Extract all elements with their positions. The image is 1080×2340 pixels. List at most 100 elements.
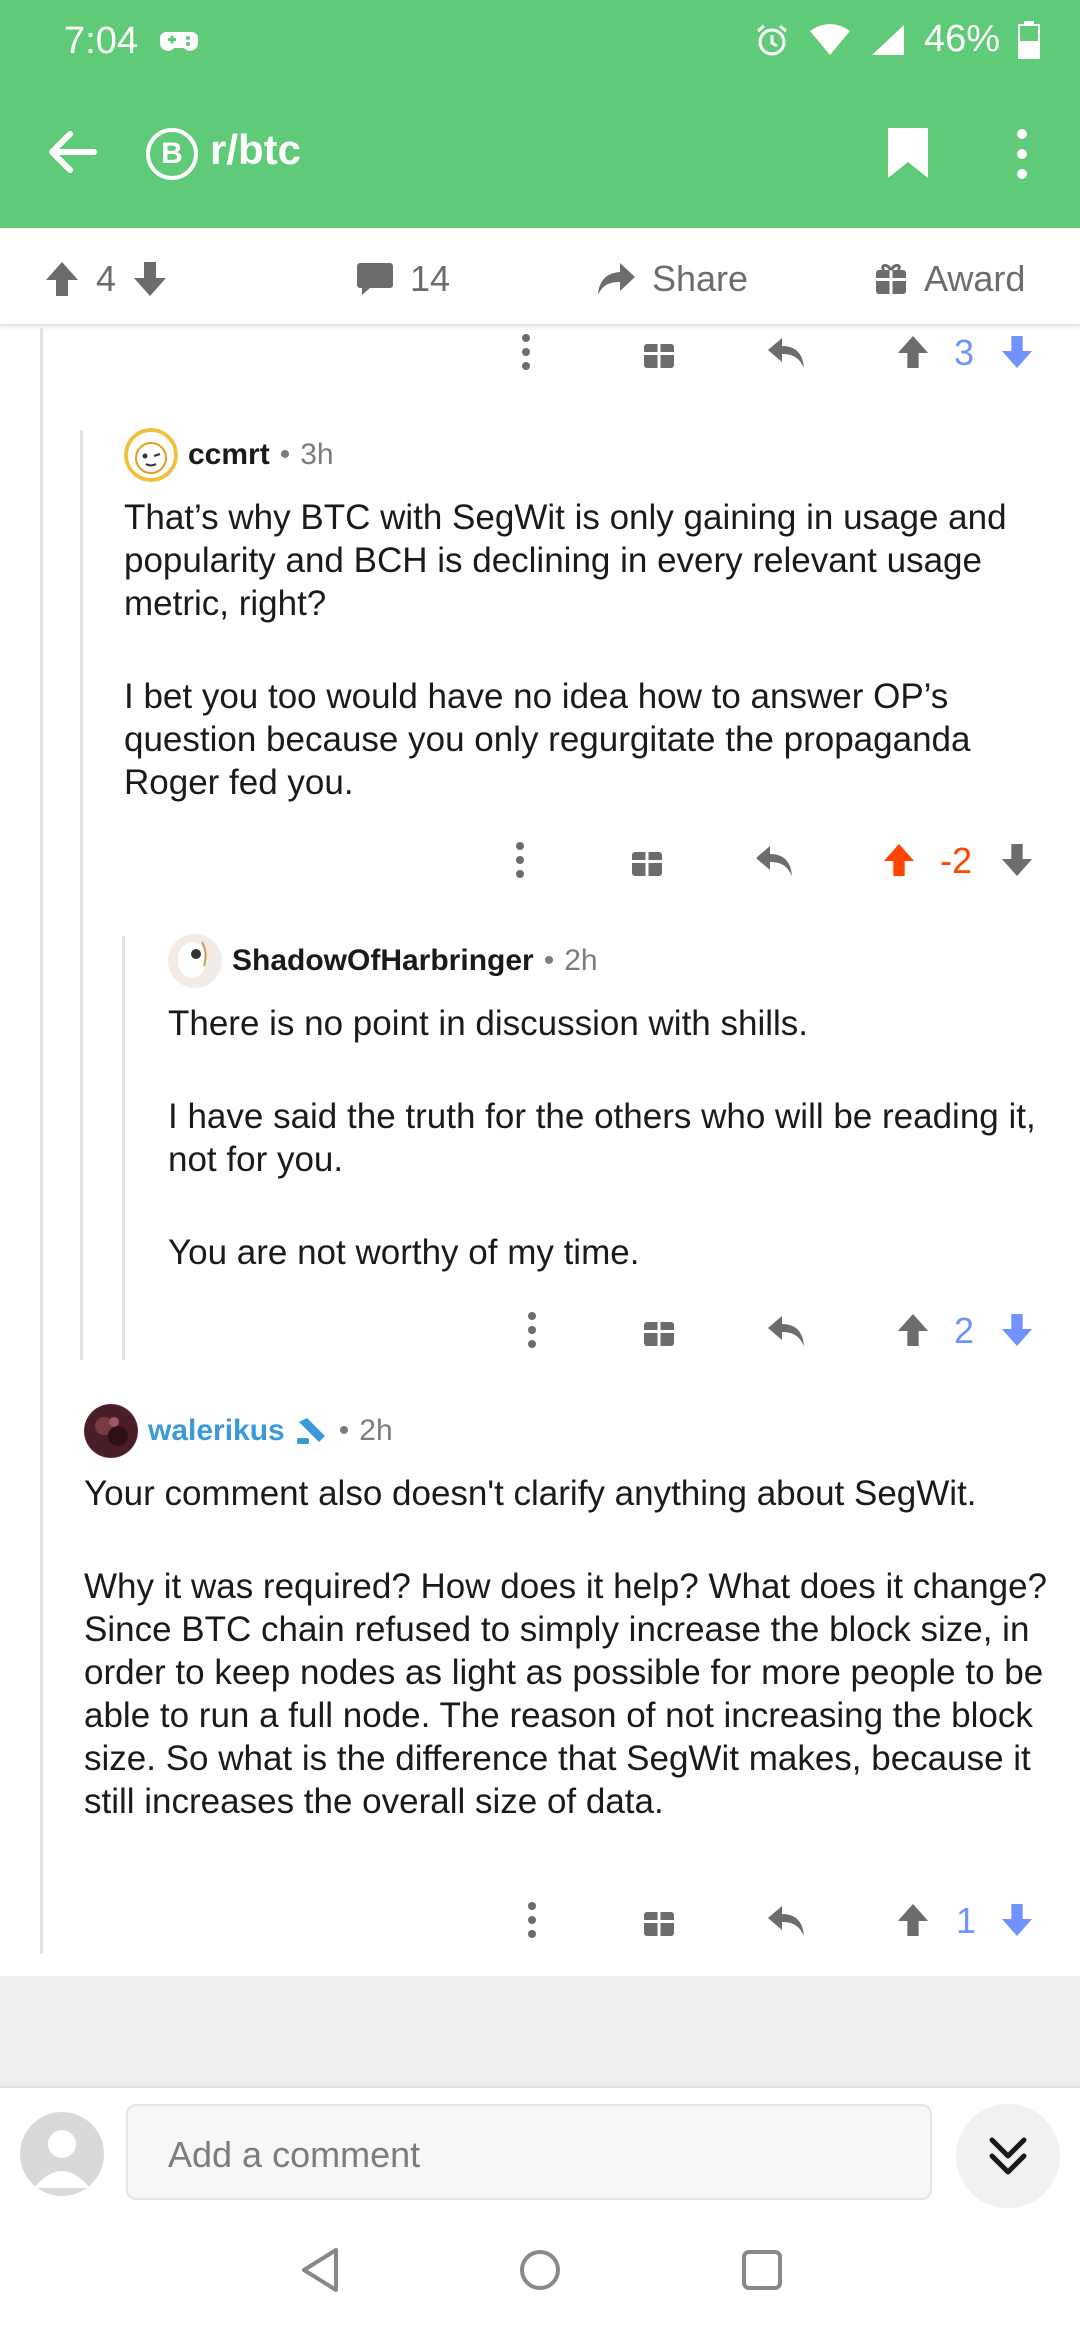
more-vert-icon[interactable] — [514, 840, 526, 880]
double-chevron-down-icon — [989, 2137, 1027, 2175]
comment-meta: walerikus • 2h — [84, 1404, 1054, 1458]
comment-age-dot: • — [543, 944, 555, 977]
comment-paragraph: You are not worthy of my time. — [168, 1233, 640, 1272]
comment-shadowofharbringer-actions: 2 — [526, 1310, 1046, 1358]
comment-paragraph: I have said the truth for the others who… — [168, 1097, 1036, 1179]
thread-end-spacer — [0, 1976, 1080, 2086]
moderator-badge-icon — [296, 1418, 325, 1444]
signal-icon — [871, 24, 904, 55]
comment-age: 2h — [564, 944, 598, 977]
comment-meta: ccmrt • 3h — [124, 428, 1054, 482]
comment-meta: ShadowOfHarbringer • 2h — [168, 934, 1058, 988]
nav-recents-icon[interactable] — [740, 2246, 784, 2294]
comment-input-placeholder: Add a comment — [168, 2134, 421, 2175]
reply-icon[interactable] — [766, 1904, 806, 1938]
status-time: 7:04 — [64, 20, 138, 62]
comment-body: Your comment also doesn't clarify anythi… — [84, 1472, 1054, 1823]
downvote-icon[interactable] — [132, 260, 168, 298]
battery-percent: 46% — [923, 18, 1000, 60]
subreddit-name[interactable]: r/btc — [210, 126, 301, 174]
gift-icon[interactable] — [642, 1904, 676, 1938]
nav-back-icon[interactable] — [298, 2246, 342, 2294]
nav-home-icon[interactable] — [518, 2246, 562, 2294]
thread-line-level-2 — [80, 430, 83, 1360]
upvote-icon[interactable] — [44, 260, 80, 298]
downvote-icon[interactable] — [1000, 334, 1034, 370]
post-vote-group: 4 — [44, 258, 168, 300]
username[interactable]: ShadowOfHarbringer — [232, 944, 534, 978]
comment-score: 2 — [954, 1310, 975, 1351]
comment-ccmrt: ccmrt • 3h That’s why BTC with SegWit is… — [124, 428, 1054, 804]
comment-paragraph: There is no point in discussion with shi… — [168, 1004, 809, 1043]
downvote-icon[interactable] — [1000, 1902, 1034, 1938]
comment-ccmrt-actions: -2 — [514, 840, 1034, 888]
downvote-icon[interactable] — [1000, 842, 1034, 878]
share-icon — [598, 263, 635, 295]
upvote-icon[interactable] — [882, 842, 916, 878]
comment-paragraph: I bet you too would have no idea how to … — [124, 677, 971, 802]
post-action-bar: 4 14 Share Award — [0, 228, 1080, 326]
gift-icon[interactable] — [642, 336, 676, 370]
comment-age-dot: • — [338, 1414, 350, 1447]
alarm-icon — [756, 24, 787, 55]
avatar[interactable] — [84, 1404, 138, 1458]
reply-icon[interactable] — [766, 1314, 806, 1348]
thread-line-level-3 — [122, 936, 125, 1360]
comment-age-dot: • — [279, 438, 291, 471]
gift-icon[interactable] — [642, 1314, 676, 1348]
more-vert-icon[interactable] — [526, 1900, 538, 1940]
username[interactable]: ccmrt — [188, 438, 270, 472]
back-arrow-icon[interactable] — [46, 126, 98, 178]
comment-paragraph: That’s why BTC with SegWit is only gaini… — [124, 498, 1007, 623]
comment-count: 14 — [410, 258, 451, 299]
comment-body: There is no point in discussion with shi… — [168, 1002, 1058, 1274]
app-bar: B r/btc — [0, 100, 1080, 228]
avatar[interactable] — [124, 428, 178, 482]
award-button[interactable]: Award — [874, 258, 1025, 300]
upvote-icon[interactable] — [896, 1312, 930, 1348]
gift-icon[interactable] — [630, 844, 664, 878]
wifi-icon — [809, 23, 850, 55]
reply-icon[interactable] — [754, 844, 794, 878]
comment-icon — [357, 263, 393, 295]
more-vert-icon[interactable] — [520, 332, 532, 372]
status-bar: 7:04 46% — [0, 0, 1080, 84]
reply-icon[interactable] — [766, 336, 806, 370]
user-avatar[interactable] — [20, 2112, 104, 2196]
comment-input[interactable]: Add a comment — [126, 2104, 932, 2200]
system-nav-bar — [0, 2210, 1080, 2340]
parent-score: 3 — [954, 332, 975, 373]
comment-paragraph: Why it was required? How does it help? W… — [84, 1567, 1048, 1821]
more-vert-icon[interactable] — [1012, 128, 1032, 180]
upvote-icon[interactable] — [896, 334, 930, 370]
username[interactable]: walerikus — [148, 1414, 285, 1448]
comments-button[interactable]: 14 — [356, 258, 450, 300]
comment-age: 3h — [300, 438, 334, 471]
post-score: 4 — [96, 258, 117, 299]
thread-line-level-1 — [40, 328, 43, 1954]
more-vert-icon[interactable] — [526, 1310, 538, 1350]
gift-icon — [876, 263, 906, 294]
comment-age: 2h — [359, 1414, 393, 1447]
parent-comment-actions: 3 — [520, 332, 1040, 380]
avatar[interactable] — [168, 934, 222, 988]
comment-score: -2 — [940, 840, 973, 881]
downvote-icon[interactable] — [1000, 1312, 1034, 1348]
comment-score: 1 — [956, 1900, 977, 1941]
bookmark-icon[interactable] — [886, 126, 930, 180]
award-label: Award — [924, 258, 1026, 299]
share-button[interactable]: Share — [596, 258, 748, 300]
upvote-icon[interactable] — [896, 1902, 930, 1938]
battery-icon — [1018, 20, 1040, 59]
subreddit-icon[interactable]: B — [146, 128, 198, 180]
comment-body: That’s why BTC with SegWit is only gaini… — [124, 496, 1054, 804]
comment-walerikus-actions: 1 — [526, 1900, 1046, 1948]
comment-walerikus: walerikus • 2h Your comment also doesn't… — [84, 1404, 1054, 1823]
next-comment-button[interactable] — [956, 2104, 1060, 2208]
comment-paragraph: Your comment also doesn't clarify anythi… — [84, 1474, 977, 1513]
comment-composer: Add a comment — [0, 2086, 1080, 2210]
app-header: 7:04 46% B r/btc — [0, 0, 1080, 228]
gamepad-icon — [160, 32, 198, 51]
share-label: Share — [652, 258, 749, 299]
status-right: 46% — [754, 18, 1040, 61]
